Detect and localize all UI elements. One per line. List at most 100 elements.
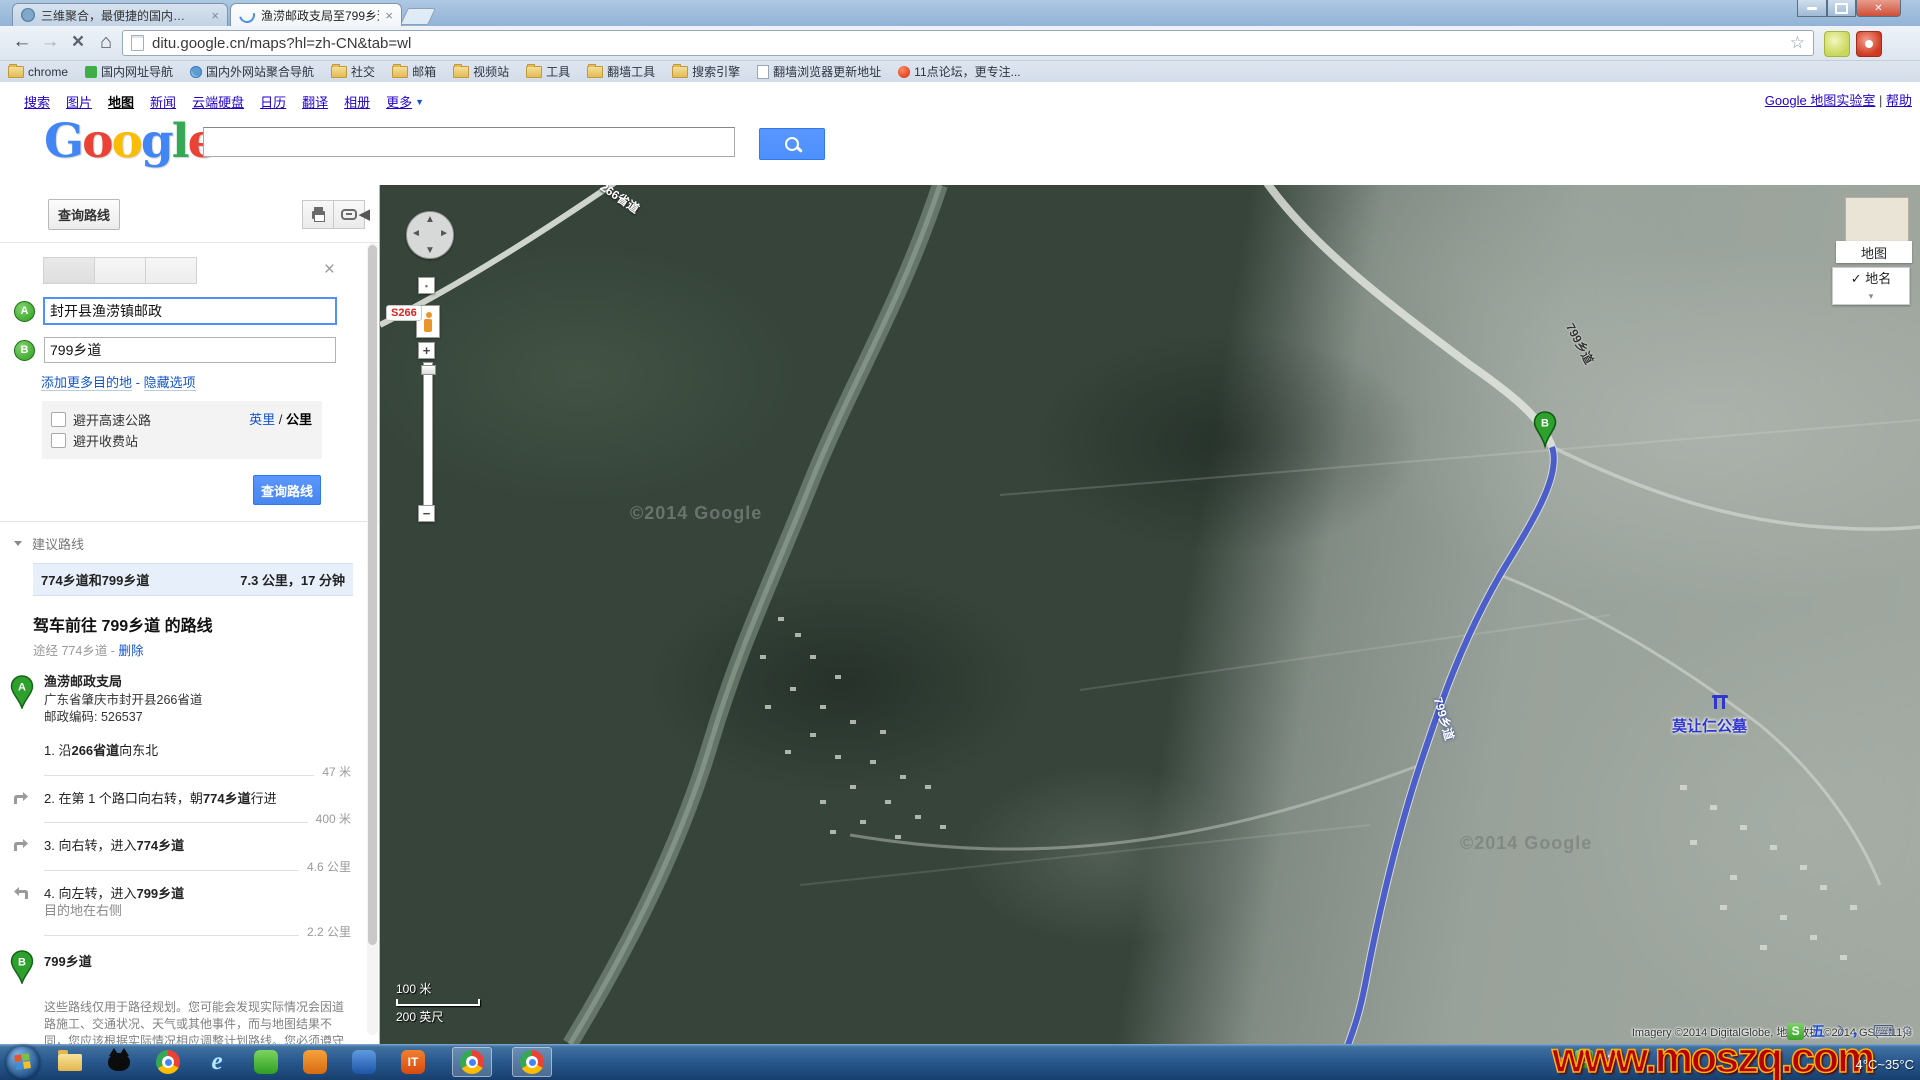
zoom-in-button[interactable]: + [418, 342, 435, 359]
taskbar-chrome-window-2-active[interactable] [512, 1047, 552, 1077]
map-canvas[interactable]: B ©2014 Google ©2014 Google 266省道 799乡道 … [380, 185, 1920, 1044]
origin-input[interactable] [43, 297, 337, 325]
search-button[interactable] [759, 128, 825, 160]
maptype-map-button[interactable]: 地图 [1836, 241, 1912, 263]
pan-up-icon[interactable]: ▲ [425, 214, 435, 225]
taskbar-chrome-button[interactable] [148, 1047, 188, 1077]
route-polyline[interactable] [1348, 447, 1554, 1044]
maps-labs-link[interactable]: Google 地图实验室 [1765, 93, 1876, 108]
end-block[interactable]: B 799乡道 [0, 950, 379, 971]
travel-mode-walking[interactable] [145, 257, 197, 284]
bookmark-folder[interactable]: 工具 [526, 63, 570, 80]
start-button[interactable] [6, 1045, 40, 1079]
avoid-tolls-option[interactable]: 避开收费站 [51, 431, 313, 450]
stop-button[interactable]: × [64, 28, 92, 56]
pan-down-icon[interactable]: ▼ [425, 245, 435, 256]
scrollbar-thumb[interactable] [368, 245, 377, 945]
extension-badge-icon[interactable] [1856, 31, 1882, 57]
close-panel-icon[interactable]: × [324, 259, 335, 281]
home-button[interactable]: ⌂ [92, 28, 120, 56]
sidebar-scrollbar[interactable] [367, 243, 378, 1035]
nav-images[interactable]: 图片 [66, 92, 92, 111]
destination-input[interactable] [44, 337, 336, 363]
step-2[interactable]: 2. 在第 1 个路口向右转，朝774乡道行进 [0, 790, 379, 808]
window-maximize-button[interactable] [1827, 0, 1856, 17]
print-button[interactable] [302, 200, 334, 229]
miles-link[interactable]: 英里 [249, 412, 275, 427]
extension-icon[interactable] [1824, 31, 1850, 57]
forward-button[interactable]: → [36, 28, 64, 56]
bookmark-folder[interactable]: 邮箱 [392, 63, 436, 80]
bookmark-item[interactable]: 国内网址导航 [85, 63, 173, 80]
soft-keyboard-icon[interactable]: ⌨ [1873, 1022, 1895, 1040]
url-bar[interactable]: ditu.google.cn/maps?hl=zh-CN&tab=wl ☆ [122, 30, 1814, 56]
get-directions-button[interactable]: 查询路线 [253, 475, 321, 505]
folder-icon [453, 66, 469, 78]
nav-photos[interactable]: 相册 [344, 92, 370, 111]
bookmark-item[interactable]: 翻墙浏览器更新地址 [757, 63, 881, 80]
route-option-row[interactable]: 774乡道和799乡道 7.3 公里，17 分钟 [33, 563, 353, 596]
avoid-highways-checkbox[interactable] [51, 412, 66, 427]
taskbar-app-bat-button[interactable] [99, 1047, 139, 1077]
my-location-button[interactable]: • [418, 277, 435, 294]
tab-close-icon[interactable]: × [211, 9, 219, 22]
step-distance: 400 米 [316, 810, 351, 827]
taskbar-ie-button[interactable]: e [197, 1047, 237, 1077]
bookmark-item[interactable]: 11点论坛，更专注... [898, 63, 1020, 80]
delete-via-link[interactable]: 删除 [118, 644, 143, 658]
ime-settings-icon[interactable]: ⚙ [1901, 1023, 1913, 1039]
travel-mode-driving[interactable] [43, 257, 95, 284]
collapse-panel-icon[interactable]: ◀ [358, 205, 370, 223]
url-text[interactable]: ditu.google.cn/maps?hl=zh-CN&tab=wl [152, 35, 411, 52]
nav-news[interactable]: 新闻 [150, 92, 176, 111]
window-close-button[interactable]: ✕ [1856, 0, 1901, 17]
help-link[interactable]: 帮助 [1886, 93, 1912, 108]
avoid-tolls-checkbox[interactable] [51, 433, 66, 448]
tile-watermark: ©2014 Google [630, 503, 762, 524]
pan-right-icon[interactable]: ► [439, 228, 449, 239]
step-3[interactable]: 3. 向右转，进入774乡道 [0, 837, 379, 855]
browser-tab-2-active[interactable]: 渔涝邮政支局至799乡道 - × [230, 3, 402, 26]
bookmark-star-icon[interactable]: ☆ [1790, 33, 1805, 53]
zoom-slider[interactable] [423, 362, 433, 506]
zoom-out-button[interactable]: − [418, 505, 435, 522]
tab-close-icon[interactable]: × [385, 9, 393, 22]
bookmark-folder[interactable]: 视频站 [453, 63, 509, 80]
new-tab-button[interactable] [400, 8, 436, 25]
nav-maps-current[interactable]: 地图 [108, 92, 134, 111]
window-minimize-button[interactable] [1797, 0, 1827, 17]
taskbar-app-orange-button[interactable] [295, 1047, 335, 1077]
bookmark-folder[interactable]: chrome [8, 65, 68, 79]
taskbar-app-it-button[interactable]: IT [393, 1047, 433, 1077]
bookmark-folder[interactable]: 搜索引擎 [672, 63, 740, 80]
step-4[interactable]: 4. 向左转，进入799乡道 目的地在右侧 [0, 885, 379, 920]
pan-left-icon[interactable]: ◄ [411, 228, 421, 239]
browser-tab-1[interactable]: 三维聚合，最便捷的国内… × [12, 3, 228, 26]
hide-options-link[interactable]: 隐藏选项 [144, 375, 196, 391]
map-pan-control[interactable]: ▲ ▼ ◄ ► [406, 211, 454, 259]
bookmark-folder[interactable]: 社交 [331, 63, 375, 80]
taskbar-app-green-button[interactable] [246, 1047, 286, 1077]
bookmark-folder[interactable]: 翻墙工具 [587, 63, 655, 80]
nav-translate[interactable]: 翻译 [302, 92, 328, 111]
map-search-input[interactable] [203, 127, 735, 157]
zoom-slider-thumb[interactable] [421, 365, 436, 375]
nav-drive[interactable]: 云端硬盘 [192, 92, 244, 111]
start-block[interactable]: A 渔涝邮政支局 广东省肇庆市封开县266省道 邮政编码: 526537 [0, 673, 379, 726]
step-1[interactable]: 1. 沿266省道向东北 [0, 742, 379, 760]
taskbar-chrome-window-1-active[interactable] [452, 1047, 492, 1077]
travel-mode-transit[interactable] [94, 257, 146, 284]
back-button[interactable]: ← [8, 28, 36, 56]
nav-calendar[interactable]: 日历 [260, 92, 286, 111]
km-selected[interactable]: 公里 [286, 412, 312, 427]
bookmark-item[interactable]: 国内外网站聚合导航 [190, 63, 314, 80]
taskbar-explorer-button[interactable] [50, 1047, 90, 1077]
maptype-labels-toggle[interactable]: ✓ 地名 ▾ [1832, 267, 1910, 305]
add-destination-link[interactable]: 添加更多目的地 [41, 375, 132, 391]
nav-more[interactable]: 更多 [386, 92, 412, 111]
taskbar-app-blue-button[interactable] [344, 1047, 384, 1077]
nav-search[interactable]: 搜索 [24, 92, 50, 111]
maptype-satellite-button[interactable] [1845, 197, 1909, 243]
get-directions-tab-button[interactable]: 查询路线 [48, 199, 120, 230]
suggested-routes-header[interactable]: 建议路线 [14, 534, 379, 553]
